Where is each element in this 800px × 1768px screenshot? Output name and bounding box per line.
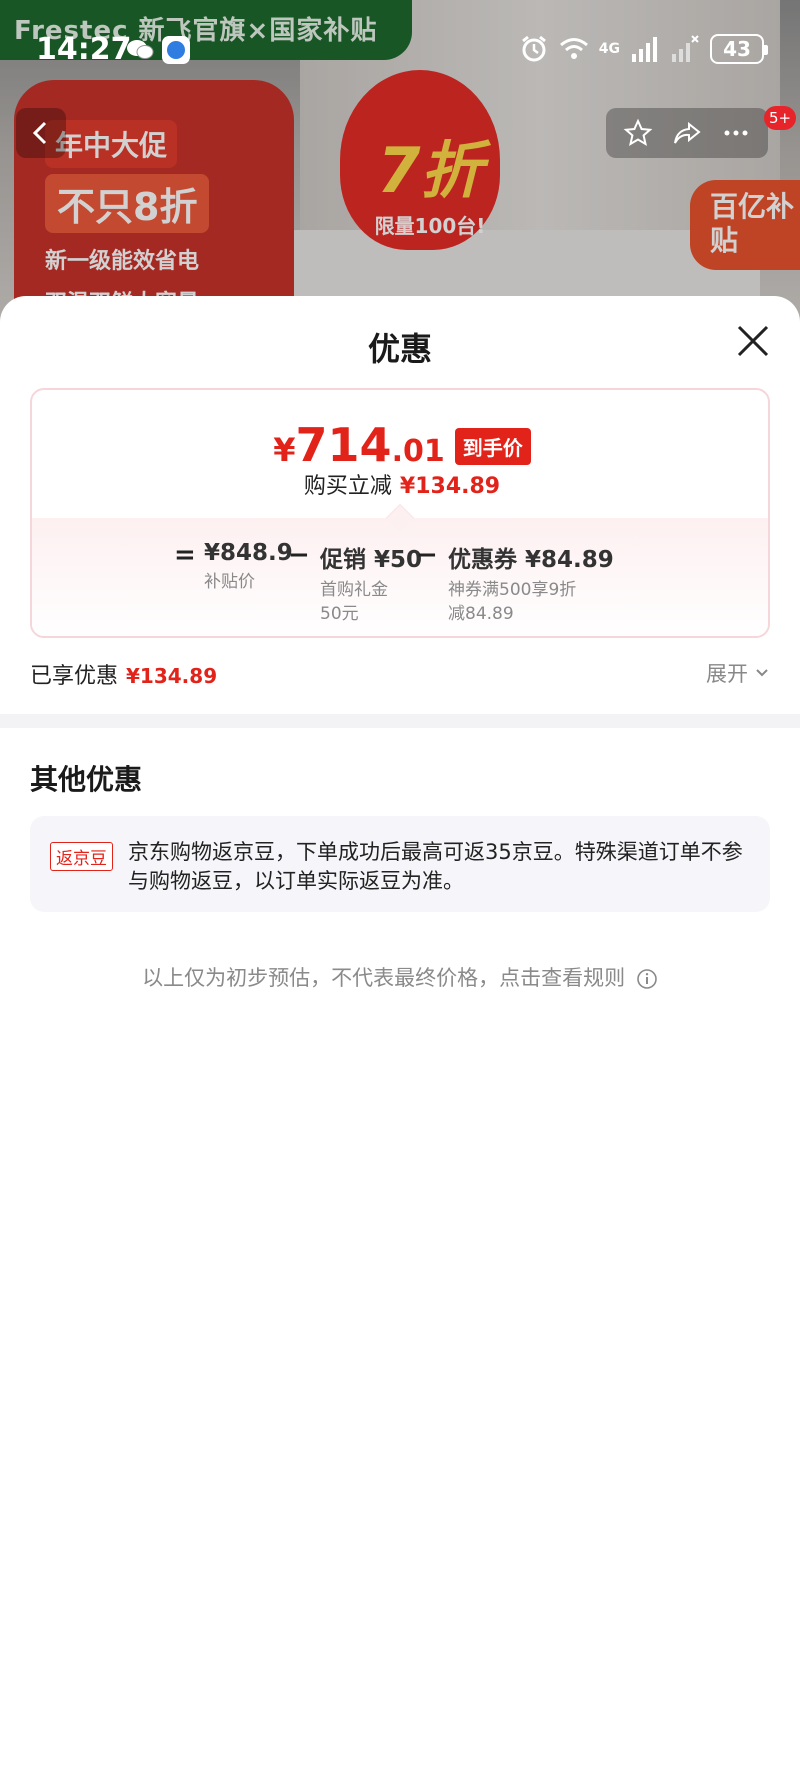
share-icon — [673, 121, 701, 144]
formula-item-coupon: 优惠券 ¥84.89 神券满500享9折 减84.89 — [448, 540, 614, 626]
formula-item-desc: 神券满500享9折 减84.89 — [448, 580, 577, 624]
favorite-button[interactable] — [621, 116, 655, 150]
wifi-icon — [559, 38, 588, 59]
formula-item-value: 优惠券 ¥84.89 — [448, 547, 614, 573]
price-disclaimer[interactable]: 以上仅为初步预估，不代表最终价格，点击查看规则 — [0, 962, 800, 992]
discount-sheet: 优惠 ¥ 714 .01 到手价 购买立减 ¥134.89 = ¥848.9 补贴… — [0, 296, 800, 1768]
sheet-title: 优惠 — [367, 330, 432, 368]
alarm-icon — [521, 35, 546, 62]
share-button[interactable] — [670, 116, 704, 150]
formula-item-value: ¥848.9 — [204, 540, 293, 566]
other-discounts-title: 其他优惠 — [30, 763, 143, 796]
bean-rebate-text: 京东购物返京豆，下单成功后最高可返35京豆。特殊渠道订单不参与购物返豆，以订单实… — [128, 840, 743, 893]
enjoyed-discount-row: 已享优惠 ¥134.89 展开 — [30, 658, 770, 694]
formula-item-value: 促销 ¥50 — [320, 547, 423, 573]
more-button[interactable] — [719, 116, 753, 150]
network-type: 4G — [598, 41, 620, 57]
back-button[interactable] — [16, 108, 66, 158]
status-time: 14:27 — [36, 32, 132, 67]
message-badge: 5+ — [764, 106, 797, 130]
final-price-tag: 到手价 — [454, 428, 531, 465]
formula-item-subsidy-price: ¥848.9 补贴价 — [204, 540, 293, 594]
minus-sign: − — [416, 540, 438, 570]
enjoyed-discount-label: 已享优惠 — [30, 664, 119, 689]
jd-bean-rebate: 返京豆 京东购物返京豆，下单成功后最高可返35京豆。特殊渠道订单不参与购物返豆，… — [30, 816, 770, 912]
info-icon — [637, 969, 657, 989]
signal-icon — [632, 37, 657, 62]
final-price-decimal: .01 — [391, 434, 445, 469]
section-divider — [0, 714, 800, 728]
top-actions — [606, 108, 768, 158]
close-icon[interactable] — [734, 322, 772, 360]
formula-item-desc: 补贴价 — [204, 572, 255, 592]
minus-sign: − — [288, 540, 310, 570]
bean-rebate-tag: 返京豆 — [50, 842, 113, 871]
final-price: ¥ 714 .01 到手价 — [32, 418, 768, 472]
instant-reduction-amount: ¥134.89 — [399, 474, 501, 499]
disclaimer-text: 以上仅为初步预估，不代表最终价格，点击查看规则 — [142, 966, 626, 990]
price-breakdown-card: ¥ 714 .01 到手价 购买立减 ¥134.89 = ¥848.9 补贴价 −… — [30, 388, 770, 638]
chevron-left-icon — [32, 121, 47, 145]
star-icon — [623, 118, 653, 147]
instant-reduction-label: 购买立减 — [303, 474, 392, 499]
equals-sign: = — [174, 540, 196, 570]
final-price-integer: 714 — [295, 418, 392, 472]
enjoyed-discount-amount: ¥134.89 — [126, 664, 218, 688]
chevron-down-icon — [756, 669, 768, 677]
more-dots-icon — [724, 130, 748, 136]
expand-button[interactable]: 展开 — [706, 658, 770, 688]
expand-label: 展开 — [706, 662, 748, 686]
wechat-icon — [127, 40, 154, 59]
instant-reduction: 购买立减 ¥134.89 — [32, 468, 768, 500]
signal-no-service-icon — [672, 35, 699, 62]
browser-app-icon — [162, 36, 190, 64]
formula-item-promotion: 促销 ¥50 首购礼金 50元 — [320, 540, 422, 626]
battery-icon: 43 — [710, 34, 768, 64]
status-bar: 14:27 4G 43 — [0, 30, 800, 74]
final-price-currency: ¥ — [273, 431, 296, 469]
formula-item-desc: 首购礼金 50元 — [320, 580, 388, 624]
